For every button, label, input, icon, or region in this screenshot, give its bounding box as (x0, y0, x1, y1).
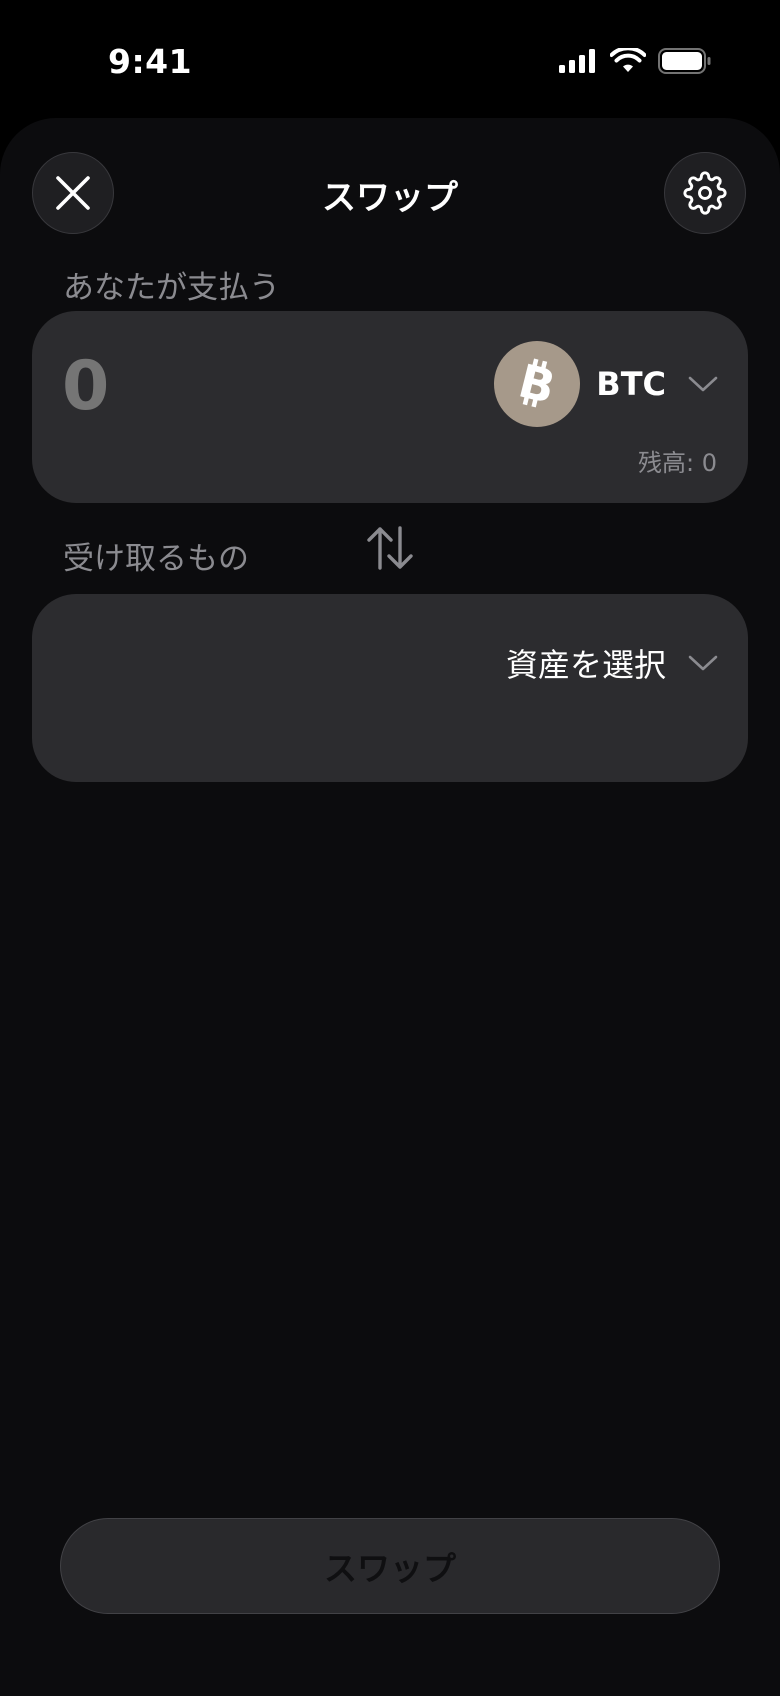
asset-select-label: 資産を選択 (505, 646, 666, 684)
bitcoin-icon: B (494, 341, 581, 427)
chevron-down-icon (688, 375, 718, 393)
gear-icon (683, 171, 727, 215)
cellular-signal-icon (559, 49, 595, 73)
page-title: スワップ (322, 178, 458, 218)
receive-card: 資産を選択 (32, 594, 748, 782)
status-bar: 9:41 (0, 0, 780, 120)
battery-icon (658, 48, 711, 74)
wifi-icon (610, 48, 646, 72)
pay-section-label: あなたが支払う (63, 270, 280, 306)
pay-token-symbol: BTC (596, 365, 666, 403)
swap-direction-button[interactable] (362, 520, 418, 576)
receive-section-label: 受け取るもの (63, 541, 249, 577)
status-time: 9:41 (108, 42, 193, 81)
status-icons (558, 48, 712, 74)
swap-vertical-icon (367, 526, 413, 570)
pay-amount-input[interactable] (62, 347, 362, 426)
swap-submit-button[interactable]: スワップ (60, 1518, 720, 1614)
pay-token-selector[interactable]: B BTC (494, 341, 718, 427)
receive-asset-selector[interactable]: 資産を選択 (506, 640, 718, 686)
settings-button[interactable] (664, 152, 746, 234)
pay-balance: 残高: 0 (638, 449, 717, 477)
pay-card: B BTC 残高: 0 (32, 311, 748, 503)
chevron-down-icon (688, 654, 718, 672)
